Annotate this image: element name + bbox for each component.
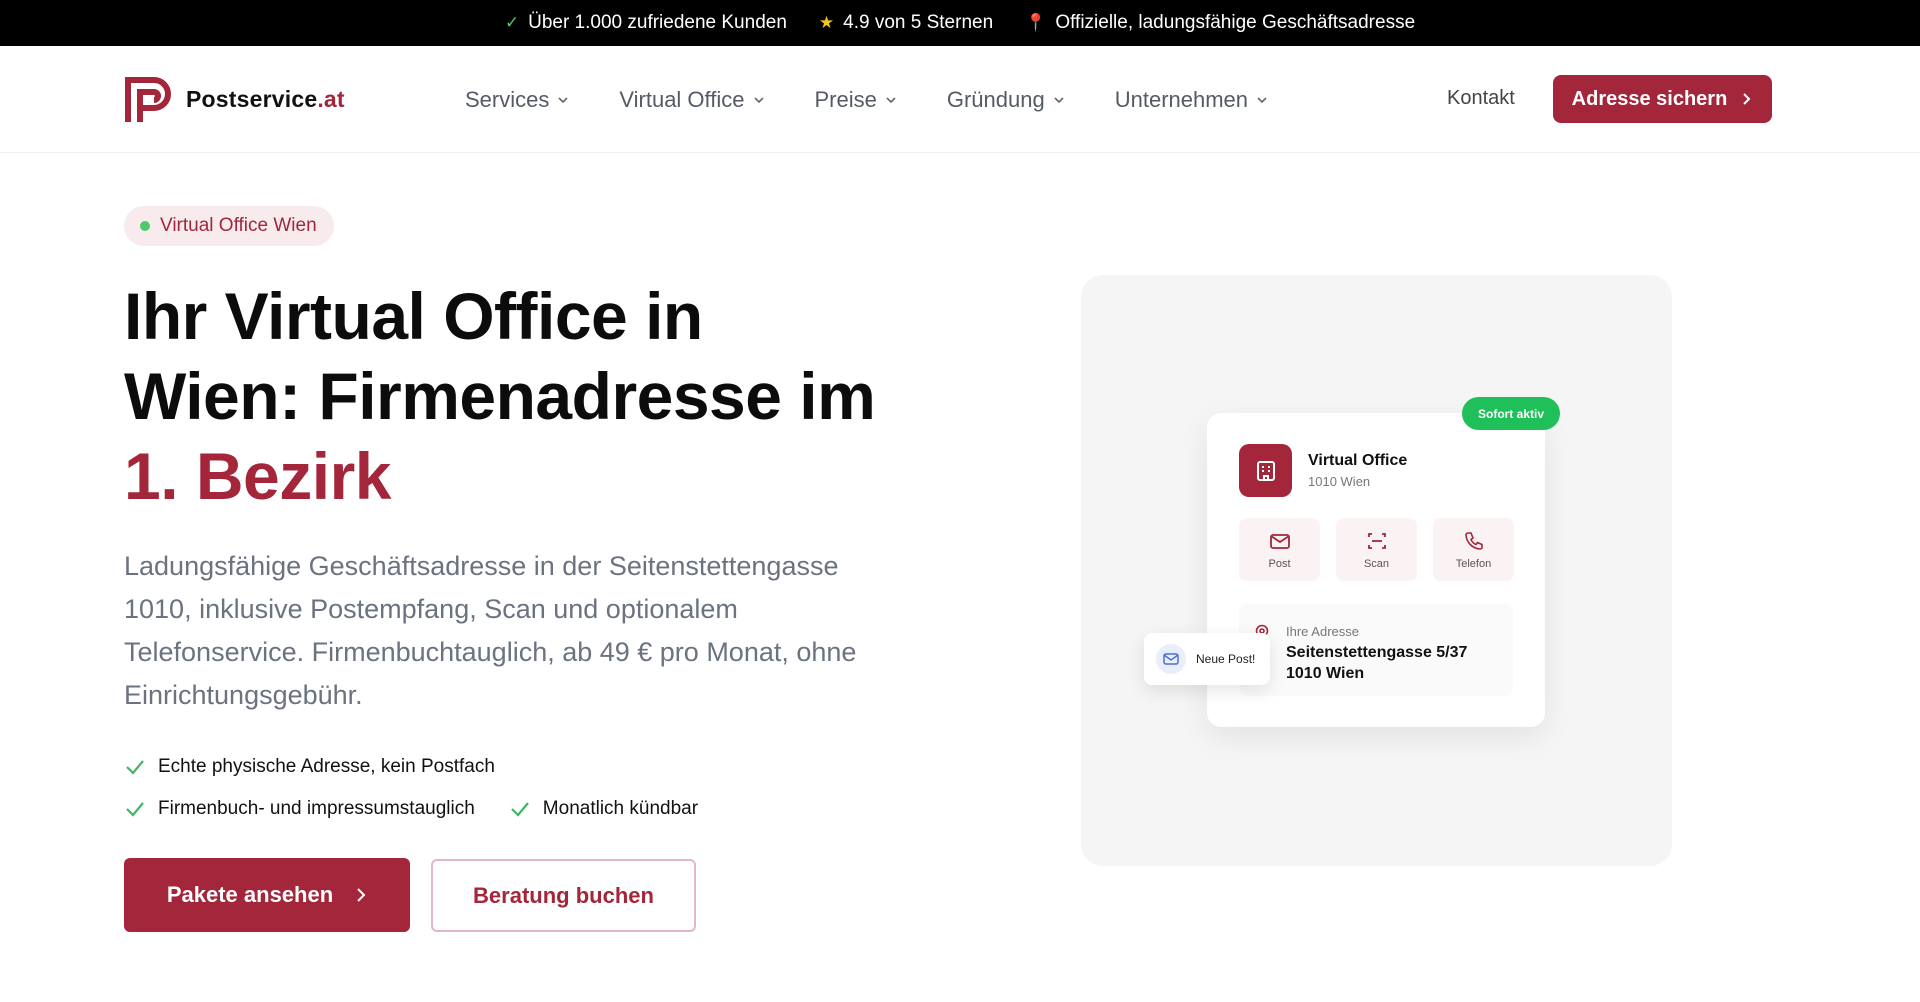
chevron-right-icon xyxy=(1743,93,1751,105)
hero-description: Ladungsfähige Geschäftsadresse in der Se… xyxy=(124,551,857,710)
chevron-down-icon xyxy=(1054,96,1064,103)
chevron-down-icon xyxy=(753,96,764,103)
nav-item-unternehmen[interactable]: Unternehmen xyxy=(1115,87,1268,113)
page-title: Ihr Virtual Office in Wien: Firmenadress… xyxy=(124,279,876,513)
nav-menu: Services Virtual Office Preise Gründung … xyxy=(465,46,1268,153)
scan-icon xyxy=(1367,532,1386,549)
card-subtitle: 1010 Wien xyxy=(1308,474,1371,489)
chevron-down-icon xyxy=(886,96,896,103)
feature-item: Firmenbuch- und impressumstauglich xyxy=(124,798,475,820)
logo-text: Postservice.at xyxy=(186,85,345,112)
main-navigation: Postservice.at Services Virtual Office P… xyxy=(0,46,1920,153)
chevron-down-icon xyxy=(1257,96,1267,103)
announcement-address: 📍 Offizielle, ladungsfähige Geschäftsadr… xyxy=(1025,12,1415,34)
hero-badge: Virtual Office Wien xyxy=(124,206,334,246)
card-header: Virtual Office 1010 Wien xyxy=(1239,444,1407,497)
pin-icon: 📍 xyxy=(1025,13,1047,32)
pakete-ansehen-button[interactable]: Pakete ansehen xyxy=(124,858,410,932)
feature-item: Monatlich kündbar xyxy=(509,798,698,820)
mail-icon xyxy=(1156,644,1186,674)
mail-icon xyxy=(1269,533,1290,549)
sofort-aktiv-badge: Sofort aktiv xyxy=(1462,397,1561,430)
adresse-sichern-button[interactable]: Adresse sichern xyxy=(1553,75,1772,123)
tile-scan[interactable]: Scan xyxy=(1336,518,1417,581)
phone-icon xyxy=(1464,531,1483,550)
status-dot-icon xyxy=(140,221,150,231)
check-icon xyxy=(511,802,529,817)
tile-post[interactable]: Post xyxy=(1239,518,1320,581)
address-box: Ihre Adresse Seitenstettengasse 5/37 101… xyxy=(1239,604,1513,696)
nav-item-preise[interactable]: Preise xyxy=(815,87,897,113)
kontakt-link[interactable]: Kontakt xyxy=(1447,87,1515,110)
service-tiles: Post Scan Telefon xyxy=(1239,518,1514,581)
building-icon xyxy=(1239,444,1292,497)
logo[interactable]: Postservice.at xyxy=(124,74,345,124)
check-icon: ✓ xyxy=(504,13,520,32)
nav-item-virtual-office[interactable]: Virtual Office xyxy=(619,87,764,113)
beratung-buchen-button[interactable]: Beratung buchen xyxy=(431,859,696,932)
address-street: Seitenstettengasse 5/37 xyxy=(1286,644,1468,661)
feature-item: Echte physische Adresse, kein Postfach xyxy=(124,756,495,778)
chevron-down-icon xyxy=(558,96,568,103)
announcement-rating: ★ 4.9 von 5 Sternen xyxy=(819,12,993,34)
nav-item-services[interactable]: Services xyxy=(465,87,569,113)
card-title: Virtual Office xyxy=(1308,452,1408,469)
feature-list: Echte physische Adresse, kein Postfach F… xyxy=(124,746,698,830)
address-label: Ihre Adresse xyxy=(1286,624,1359,639)
announcement-text: 4.9 von 5 Sternen xyxy=(843,12,994,33)
star-icon: ★ xyxy=(818,13,835,32)
check-icon xyxy=(126,802,144,817)
announcement-bar: ✓ Über 1.000 zufriedene Kunden ★ 4.9 von… xyxy=(0,0,1920,46)
announcement-text: Über 1.000 zufriedene Kunden xyxy=(528,12,787,33)
chevron-right-icon xyxy=(357,888,366,902)
announcement-customers: ✓ Über 1.000 zufriedene Kunden xyxy=(505,12,787,34)
announcement-text: Offizielle, ladungsfähige Geschäftsadres… xyxy=(1055,12,1416,33)
logo-mark-icon xyxy=(125,77,171,122)
check-icon xyxy=(126,760,144,775)
nav-item-gruendung[interactable]: Gründung xyxy=(947,87,1065,113)
tile-telefon[interactable]: Telefon xyxy=(1433,518,1514,581)
address-city: 1010 Wien xyxy=(1286,665,1365,682)
new-mail-notification: Neue Post! xyxy=(1144,633,1270,685)
